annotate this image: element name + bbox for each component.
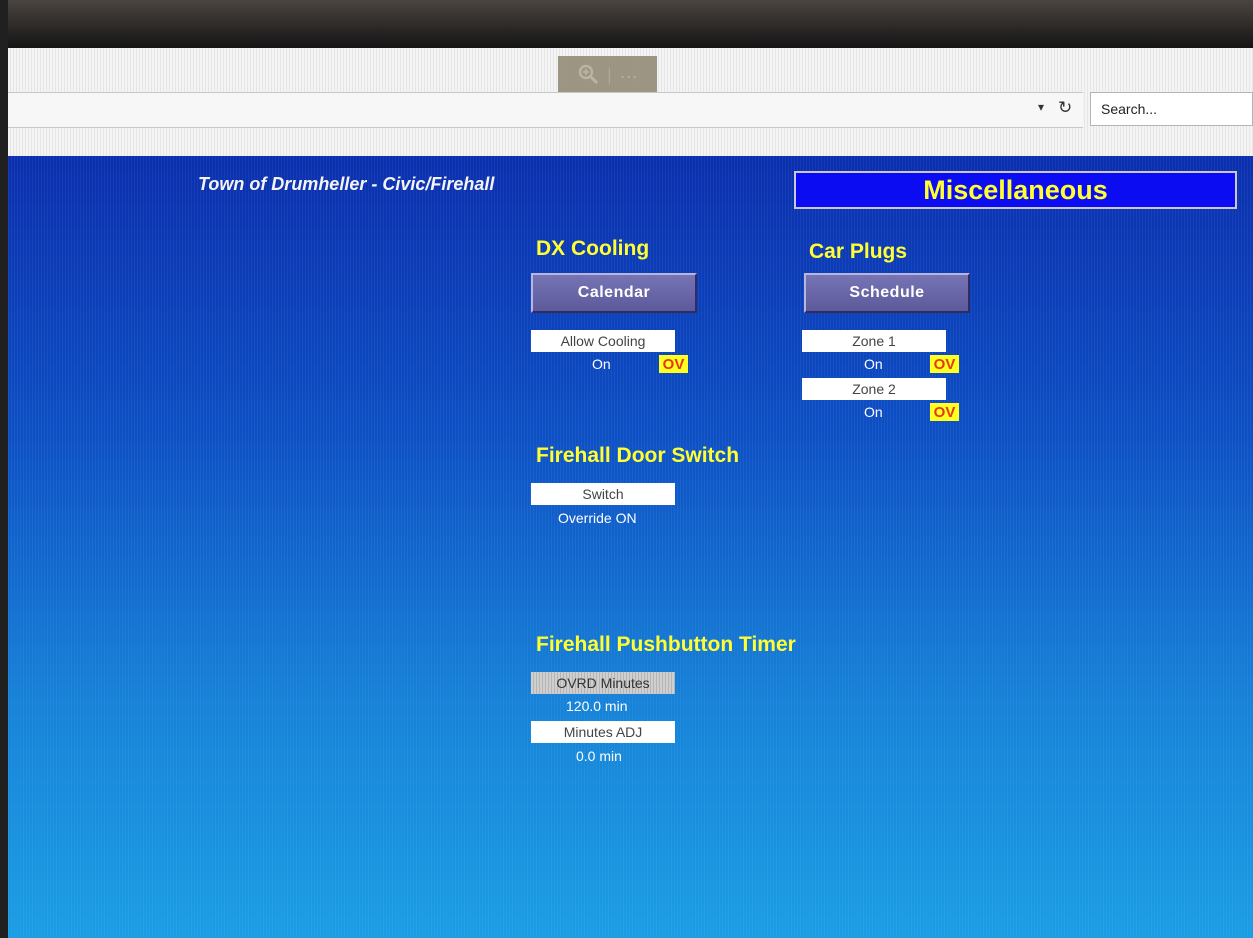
door-switch-label[interactable]: Switch	[531, 483, 675, 505]
car-plugs-title: Car Plugs	[809, 240, 908, 263]
minutes-adj-label[interactable]: Minutes ADJ	[531, 721, 675, 743]
monitor-bezel	[0, 0, 1253, 48]
zone-1-value[interactable]: On	[864, 356, 883, 372]
ovrd-minutes-label[interactable]: OVRD Minutes	[531, 672, 675, 694]
ovrd-minutes-value[interactable]: 120.0 min	[566, 698, 627, 714]
allow-cooling-value[interactable]: On	[592, 356, 611, 372]
minutes-adj-value[interactable]: 0.0 min	[576, 748, 622, 764]
calendar-button[interactable]: Calendar	[531, 273, 697, 313]
zoom-separator: |	[607, 67, 612, 84]
magnifier-plus-icon[interactable]	[577, 63, 599, 90]
more-options-icon[interactable]: ···	[620, 66, 638, 87]
reload-icon[interactable]: ↻	[1058, 98, 1072, 118]
page-title: Miscellaneous	[794, 171, 1237, 209]
site-title: Town of Drumheller - Civic/Firehall	[198, 174, 495, 194]
schedule-button[interactable]: Schedule	[804, 273, 970, 313]
zone-2-value[interactable]: On	[864, 404, 883, 420]
browser-toolbar: | ··· ▾ ↻	[8, 48, 1253, 157]
search-box[interactable]	[1090, 92, 1253, 126]
url-dropdown-icon[interactable]: ▾	[1038, 100, 1044, 114]
zone-1-label[interactable]: Zone 1	[802, 330, 946, 352]
search-input[interactable]	[1091, 93, 1252, 125]
bas-graphic-screen: Town of Drumheller - Civic/Firehall Misc…	[8, 156, 1253, 938]
url-bar[interactable]	[8, 92, 1083, 128]
monitor-bezel-left	[0, 0, 8, 938]
dx-cooling-title: DX Cooling	[536, 237, 650, 260]
pushbutton-timer-title: Firehall Pushbutton Timer	[536, 633, 796, 656]
zone-2-override-badge: OV	[930, 403, 959, 421]
allow-cooling-label[interactable]: Allow Cooling	[531, 330, 675, 352]
door-switch-value[interactable]: Override ON	[558, 510, 637, 526]
allow-cooling-override-badge: OV	[659, 355, 688, 373]
zone-2-label[interactable]: Zone 2	[802, 378, 946, 400]
zoom-overlay[interactable]: | ···	[558, 56, 657, 96]
door-switch-title: Firehall Door Switch	[536, 444, 740, 467]
zone-1-override-badge: OV	[930, 355, 959, 373]
